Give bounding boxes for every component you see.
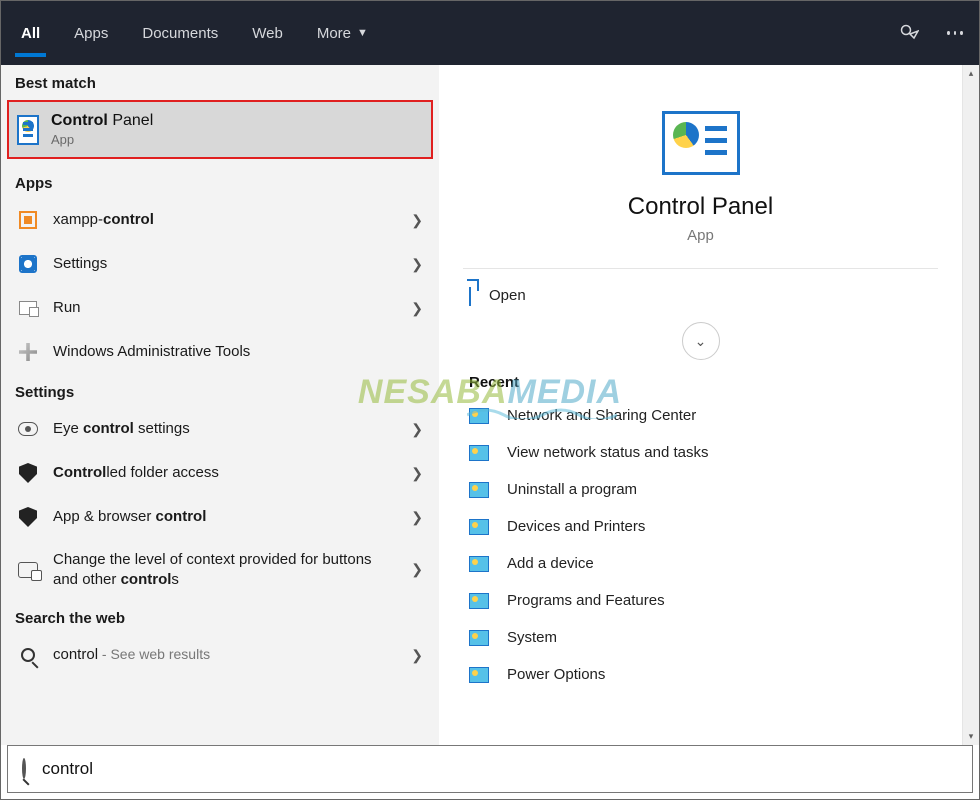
feedback-icon[interactable] (899, 23, 919, 43)
open-label: Open (489, 287, 526, 304)
apps-heading: Apps (1, 165, 439, 198)
control-panel-item-icon (469, 408, 489, 424)
control-panel-item-icon (469, 593, 489, 609)
chevron-right-icon: ❯ (411, 561, 423, 578)
recent-item[interactable]: View network status and tasks (439, 434, 962, 471)
app-result-xampp-control[interactable]: xampp-control ❯ (1, 198, 439, 242)
recent-item[interactable]: System (439, 619, 962, 656)
control-panel-item-icon (469, 667, 489, 683)
tab-all[interactable]: All (15, 1, 46, 65)
app-result-run[interactable]: Run ❯ (1, 286, 439, 330)
app-result-settings[interactable]: Settings ❯ (1, 242, 439, 286)
recent-item[interactable]: Programs and Features (439, 582, 962, 619)
chevron-right-icon: ❯ (411, 212, 423, 229)
admin-tools-icon (17, 341, 39, 363)
search-icon (22, 760, 26, 778)
chevron-down-icon: ▼ (357, 27, 368, 39)
best-match-heading: Best match (1, 65, 439, 98)
control-panel-item-icon (469, 482, 489, 498)
vertical-scrollbar[interactable]: ▴ ▾ (962, 65, 979, 745)
shield-icon (17, 506, 39, 528)
control-panel-item-icon (469, 519, 489, 535)
eye-control-icon (17, 418, 39, 440)
search-web-heading: Search the web (1, 600, 439, 633)
preview-right-pane: Control Panel App Open ⌄ Recent Network … (439, 65, 962, 745)
results-left-pane: Best match Control Panel App Apps xampp-… (1, 65, 439, 745)
best-match-result[interactable]: Control Panel App (7, 100, 433, 159)
tab-more-label: More (317, 25, 351, 42)
shield-icon (17, 462, 39, 484)
xampp-icon (17, 209, 39, 231)
control-panel-item-icon (469, 556, 489, 572)
control-panel-large-icon (662, 111, 740, 175)
recent-item[interactable]: Power Options (439, 656, 962, 693)
chevron-right-icon: ❯ (411, 421, 423, 438)
best-match-title: Control Panel (51, 112, 153, 130)
open-action[interactable]: Open (439, 269, 962, 322)
chevron-right-icon: ❯ (411, 509, 423, 526)
settings-gear-icon (17, 253, 39, 275)
run-dialog-icon (17, 297, 39, 319)
recent-item[interactable]: Uninstall a program (439, 471, 962, 508)
preview-subtitle: App (439, 227, 962, 244)
setting-controlled-folder-access[interactable]: Controlled folder access ❯ (1, 451, 439, 495)
control-panel-item-icon (469, 445, 489, 461)
web-result-control[interactable]: control - See web results ❯ (1, 633, 439, 677)
control-panel-icon (17, 119, 39, 141)
tab-more[interactable]: More ▼ (311, 1, 374, 65)
setting-app-browser-control[interactable]: App & browser control ❯ (1, 495, 439, 539)
tab-web[interactable]: Web (246, 1, 289, 65)
recent-item[interactable]: Add a device (439, 545, 962, 582)
start-search-box[interactable] (7, 745, 973, 793)
control-panel-item-icon (469, 630, 489, 646)
setting-context-level[interactable]: Change the level of context provided for… (1, 539, 439, 600)
open-icon (469, 287, 471, 304)
search-input[interactable] (42, 759, 958, 779)
tab-apps[interactable]: Apps (68, 1, 114, 65)
recent-item[interactable]: Network and Sharing Center (439, 397, 962, 434)
scroll-down-arrow[interactable]: ▾ (963, 728, 979, 745)
context-window-icon (17, 559, 39, 581)
chevron-right-icon: ❯ (411, 647, 423, 664)
preview-title: Control Panel (439, 193, 962, 221)
setting-eye-control[interactable]: Eye control settings ❯ (1, 407, 439, 451)
chevron-right-icon: ❯ (411, 300, 423, 317)
tab-documents[interactable]: Documents (136, 1, 224, 65)
best-match-subtitle: App (51, 132, 153, 147)
chevron-right-icon: ❯ (411, 256, 423, 273)
scroll-up-arrow[interactable]: ▴ (963, 65, 979, 82)
search-icon (17, 644, 39, 666)
app-result-admin-tools[interactable]: Windows Administrative Tools (1, 330, 439, 374)
expand-actions-button[interactable]: ⌄ (682, 322, 720, 360)
chevron-right-icon: ❯ (411, 465, 423, 482)
settings-heading: Settings (1, 374, 439, 407)
recent-heading: Recent (439, 360, 962, 397)
search-top-tabs: All Apps Documents Web More ▼ (1, 1, 979, 65)
more-options-icon[interactable] (945, 23, 965, 43)
recent-item[interactable]: Devices and Printers (439, 508, 962, 545)
